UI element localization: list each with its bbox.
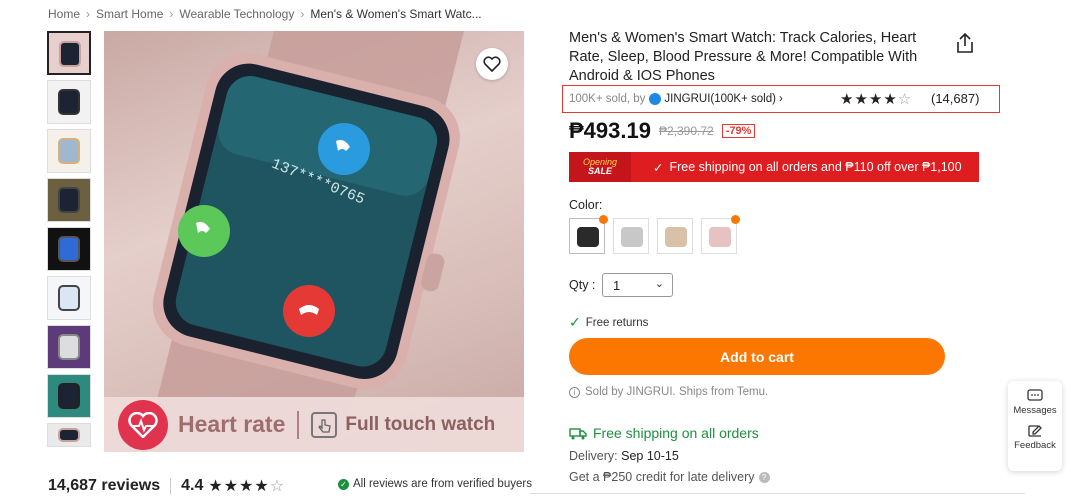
seller-rating-box: 100K+ sold, by JINGRUI(100K+ sold) › ★★★… (562, 85, 1000, 113)
divider (530, 493, 1025, 494)
divider (170, 478, 172, 494)
thumbnail-9[interactable] (47, 423, 91, 447)
color-label: Color: (569, 198, 603, 212)
average-rating: 4.4 (181, 477, 204, 494)
color-swatch-silver[interactable] (613, 218, 649, 254)
current-price: ₱493.19 (569, 118, 651, 143)
check-icon: ✓ (653, 160, 664, 175)
touch-icon (311, 411, 338, 438)
verified-note: ✓ All reviews are from verified buyers (338, 478, 532, 490)
breadcrumb-separator: › (169, 7, 174, 21)
thumbnail-5[interactable] (47, 227, 91, 271)
breadcrumb-smart-home[interactable]: Smart Home (96, 7, 163, 21)
thumbnail-list (47, 31, 93, 452)
banner-divider (297, 410, 300, 439)
color-swatches (569, 215, 740, 254)
feedback-button[interactable]: Feedback (1008, 424, 1062, 451)
sold-by-text: Sold by JINGRUI. Ships from Temu. (585, 386, 769, 398)
message-icon (1027, 389, 1043, 401)
rating-count[interactable]: (14,687) (931, 91, 979, 106)
breadcrumb-separator: › (300, 7, 305, 21)
original-price: ₱2,390.72 (658, 124, 714, 138)
thumbnail-7[interactable] (47, 325, 91, 369)
thumbnail-1[interactable] (47, 31, 91, 75)
add-to-cart-button[interactable]: Add to cart (569, 338, 945, 375)
heart-icon (483, 56, 501, 72)
breadcrumb-wearable-technology[interactable]: Wearable Technology (179, 7, 294, 21)
store-link[interactable]: JINGRUI(100K+ sold) (664, 93, 776, 105)
reviews-count[interactable]: 14,687 reviews (48, 477, 160, 495)
info-icon: i (569, 386, 580, 398)
quantity-value: 1 (613, 277, 621, 293)
delivery-dates: Sep 10-15 (621, 449, 679, 463)
heart-rate-icon (118, 399, 168, 450)
thumbnail-2[interactable] (47, 80, 91, 124)
thumbnail-8[interactable] (47, 374, 91, 418)
store-logo-icon (649, 93, 662, 105)
breadcrumb-current: Men's & Women's Smart Watc... (310, 7, 482, 21)
share-button[interactable] (955, 32, 975, 59)
free-returns-label[interactable]: Free returns (586, 317, 649, 329)
color-swatch-black[interactable] (569, 215, 608, 254)
side-panel: Messages Feedback (1008, 381, 1062, 471)
breadcrumb-separator: › (86, 7, 91, 21)
rating-stars: ★★★★ (208, 478, 270, 495)
truck-icon (569, 427, 587, 439)
sold-count: 100K+ sold, by (569, 93, 646, 105)
free-returns: ✓ Free returns (569, 314, 648, 331)
product-title: Men's & Women's Smart Watch: Track Calor… (569, 30, 918, 84)
hot-badge-icon (599, 215, 608, 224)
messages-button[interactable]: Messages (1008, 389, 1062, 416)
reviews-summary: 14,687 reviews 4.4 ★★★★ ☆ (48, 476, 285, 496)
breadcrumb-home[interactable]: Home (48, 7, 80, 21)
quantity-label: Qty : (569, 278, 596, 292)
smart-watch-illustration: 137****0765 (144, 31, 464, 452)
discount-badge: -79% (721, 124, 756, 138)
full-touch-label: Full touch watch (345, 413, 496, 435)
promo-text: Free shipping on all orders and ₱110 off… (669, 160, 962, 174)
sold-by-info: i Sold by JINGRUI. Ships from Temu. (569, 386, 768, 398)
help-icon[interactable]: ? (758, 471, 770, 483)
opening-sale-tag: Opening SALE (569, 152, 631, 182)
feature-banner: Heart rate Full touch watch (104, 397, 524, 452)
wishlist-button[interactable] (476, 48, 508, 80)
delivery-info: Delivery: Sep 10-15 (569, 449, 679, 463)
promo-banner: Opening SALE ✓ Free shipping on all orde… (569, 152, 979, 182)
price-row: ₱493.19 ₱2,390.72 -79% (569, 118, 756, 144)
main-product-image[interactable]: 137****0765 Heart rate Full touch watch (104, 31, 524, 452)
thumbnail-6[interactable] (47, 276, 91, 320)
check-icon: ✓ (569, 314, 581, 330)
verified-text: All reviews are from verified buyers (353, 478, 532, 490)
late-delivery-credit: Get a ₱250 credit for late delivery ? (569, 470, 770, 484)
shipping-title[interactable]: Free shipping on all orders (569, 425, 759, 441)
hot-badge-icon (731, 215, 740, 224)
heart-rate-label: Heart rate (178, 411, 286, 437)
verified-check-icon: ✓ (338, 478, 349, 490)
chevron-down-icon: ⌄ (654, 278, 664, 290)
chevron-right-icon: › (778, 93, 783, 105)
product-rating-stars[interactable]: ★★★★☆ (840, 90, 912, 108)
half-star-icon: ☆ (269, 478, 286, 495)
color-swatch-gold[interactable] (657, 218, 693, 254)
breadcrumb: Home › Smart Home › Wearable Technology … (48, 7, 482, 21)
quantity-select[interactable]: 1 ⌄ (602, 273, 673, 297)
thumbnail-3[interactable] (47, 129, 91, 173)
thumbnail-4[interactable] (47, 178, 91, 222)
feedback-icon (1028, 425, 1042, 437)
share-icon (957, 32, 973, 53)
color-swatch-pink[interactable] (701, 215, 740, 254)
